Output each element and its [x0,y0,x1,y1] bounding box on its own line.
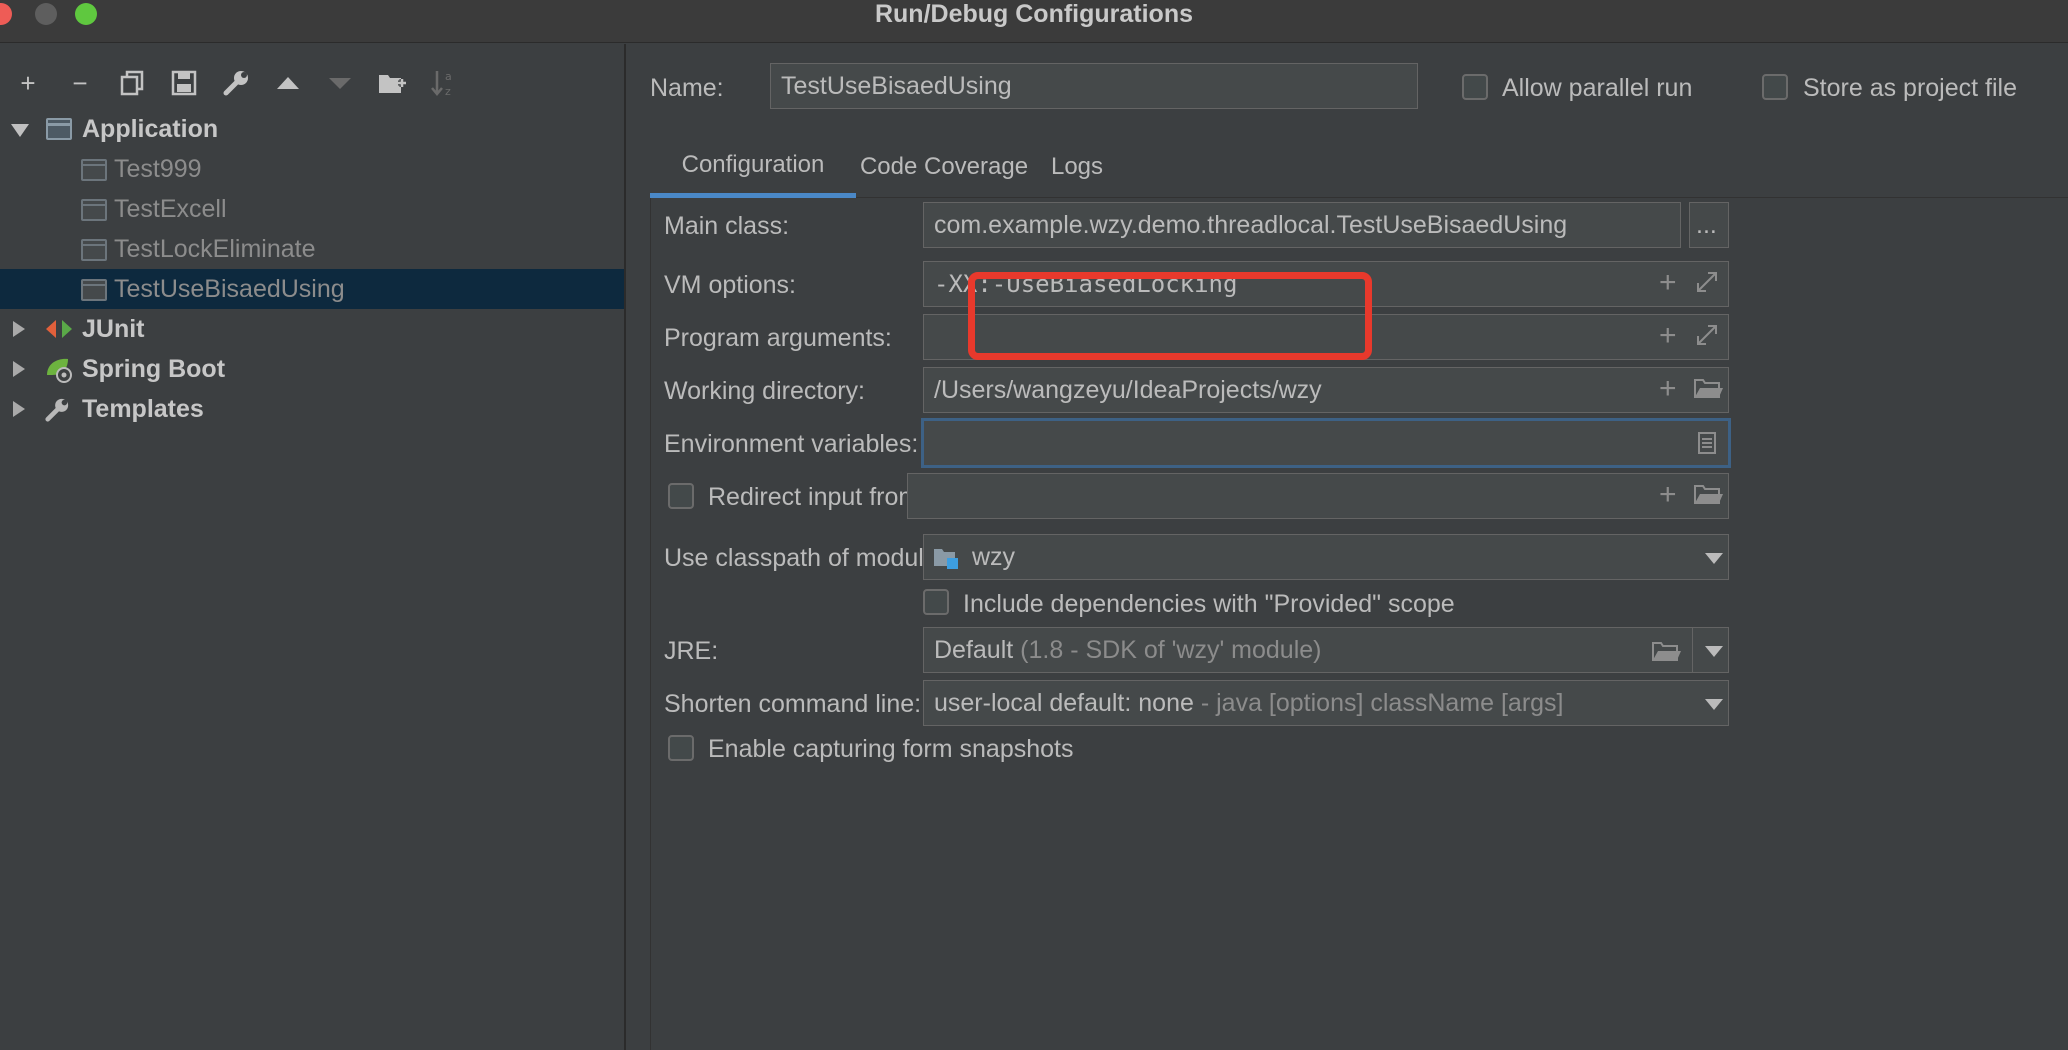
tree-group-junit[interactable]: JUnit [0,309,624,349]
include-dependencies-label: Include dependencies with "Provided" sco… [963,590,1455,618]
move-down-icon[interactable] [322,65,358,101]
remove-icon[interactable]: − [62,65,98,101]
classpath-module-value: wzy [972,542,1016,571]
move-up-icon[interactable] [270,65,306,101]
tree-group-label: Application [82,114,219,143]
tree-group-label: JUnit [82,314,145,343]
jre-value: Default [934,635,1014,664]
form-snapshots-checkbox[interactable] [668,735,694,761]
folder-icon[interactable] [1693,376,1723,400]
expand-icon[interactable] [1695,323,1719,347]
jre-label: JRE: [664,637,719,665]
configurations-tree: Application Test999 TestExcell TestLockE… [0,109,624,429]
name-label: Name: [650,74,724,102]
tree-item-testlockeliminate[interactable]: TestLockEliminate [0,229,624,269]
store-project-file-label: Store as project file [1803,74,2017,102]
folder-icon[interactable] [1651,639,1681,663]
main-class-label: Main class: [664,212,790,240]
redirect-input-label: Redirect input from: [708,483,927,511]
jre-hint: (1.8 - SDK of 'wzy' module) [1020,635,1322,664]
combo-divider [1692,627,1693,673]
allow-parallel-label: Allow parallel run [1502,74,1693,102]
wrench-icon[interactable] [218,65,254,101]
application-icon [46,118,72,140]
tree-item-label: TestUseBisaedUsing [114,274,345,303]
collapse-arrow-icon[interactable] [13,401,25,417]
folder-icon[interactable] [1693,482,1723,506]
classpath-module-label: Use classpath of module: [664,544,945,572]
svg-text:z: z [445,85,451,98]
window-title: Run/Debug Configurations [874,0,1194,28]
allow-parallel-checkbox[interactable] [1462,74,1488,100]
spring-boot-icon [47,358,72,383]
browse-main-class-button[interactable]: ... [1689,202,1729,248]
environment-variables-field[interactable] [921,418,1731,468]
name-field[interactable]: TestUseBisaedUsing [770,63,1418,109]
tree-item-label: TestLockEliminate [114,234,316,263]
document-icon[interactable] [1697,431,1717,455]
junit-icon [46,320,72,338]
add-icon[interactable]: + [1659,480,1677,510]
application-config-icon [81,199,107,221]
tree-item-test999[interactable]: Test999 [0,149,624,189]
program-arguments-label: Program arguments: [664,324,892,352]
expand-icon[interactable] [1695,270,1719,294]
vm-options-highlight [968,272,1372,360]
configuration-editor: Name: TestUseBisaedUsing Allow parallel … [628,44,2068,1050]
vm-options-label: VM options: [664,271,797,299]
add-icon[interactable]: + [1659,268,1677,298]
title-bar: Run/Debug Configurations [0,0,2068,43]
form-snapshots-label: Enable capturing form snapshots [708,735,1074,763]
tree-group-label: Templates [82,394,204,423]
redirect-input-checkbox[interactable] [668,483,694,509]
tree-item-testusebisaedusing[interactable]: TestUseBisaedUsing [0,269,624,309]
jre-combo[interactable]: Default (1.8 - SDK of 'wzy' module) [923,627,1729,673]
tree-group-templates[interactable]: Templates [0,389,624,429]
tree-item-testexcell[interactable]: TestExcell [0,189,624,229]
save-icon[interactable] [166,65,202,101]
tab-logs[interactable]: Logs [1032,136,1122,198]
tree-item-label: Test999 [114,154,202,183]
application-config-icon [81,279,107,301]
collapse-arrow-icon[interactable] [13,361,25,377]
redirect-input-field[interactable] [907,473,1729,519]
configurations-panel: + − az Application Test999 TestExcell Te… [0,44,626,1050]
shorten-command-line-hint: - java [options] className [args] [1200,688,1564,717]
include-dependencies-checkbox[interactable] [923,589,949,615]
module-folder-icon [934,549,958,569]
store-project-file-checkbox[interactable] [1762,74,1788,100]
shorten-command-line-combo[interactable]: user-local default: none - java [options… [923,680,1729,726]
main-class-field[interactable]: com.example.wzy.demo.threadlocal.TestUse… [923,202,1681,248]
chevron-down-icon[interactable] [1705,553,1723,564]
sort-icon[interactable]: az [426,65,462,101]
expand-arrow-icon[interactable] [11,124,29,137]
application-config-icon [81,239,107,261]
environment-variables-label: Environment variables: [664,430,919,458]
classpath-module-combo[interactable]: wzy [923,534,1729,580]
wrench-icon [45,398,69,422]
working-directory-field[interactable]: /Users/wangzeyu/IdeaProjects/wzy [923,367,1729,413]
svg-text:a: a [445,70,452,83]
shorten-command-line-label: Shorten command line: [664,690,922,718]
configurations-toolbar: + − az [0,59,626,109]
new-folder-icon[interactable] [374,65,410,101]
add-icon[interactable]: + [1659,321,1677,351]
add-icon[interactable]: + [10,65,46,101]
copy-icon[interactable] [114,65,150,101]
shorten-command-line-value: user-local default: none [934,688,1194,717]
tree-group-spring-boot[interactable]: Spring Boot [0,349,624,389]
working-directory-label: Working directory: [664,377,865,405]
chevron-down-icon[interactable] [1705,646,1723,657]
config-tabs: Configuration Code Coverage Logs [650,136,2068,198]
tab-code-coverage[interactable]: Code Coverage [856,136,1032,198]
tab-configuration[interactable]: Configuration [650,136,856,198]
chevron-down-icon[interactable] [1705,699,1723,710]
tree-group-application[interactable]: Application [0,109,624,149]
application-config-icon [81,159,107,181]
collapse-arrow-icon[interactable] [13,321,25,337]
tree-item-label: TestExcell [114,194,227,223]
tree-group-label: Spring Boot [82,354,226,383]
add-icon[interactable]: + [1659,374,1677,404]
